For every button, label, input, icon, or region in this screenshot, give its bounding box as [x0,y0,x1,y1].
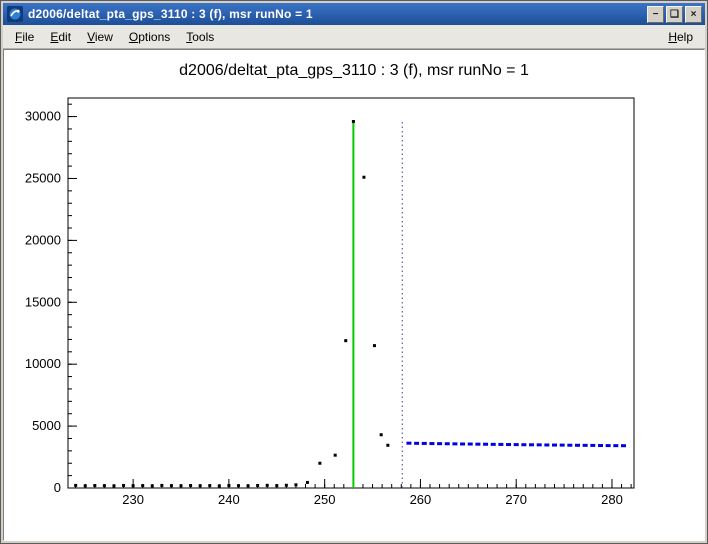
app-icon [7,6,23,22]
svg-text:260: 260 [410,492,432,507]
svg-text:240: 240 [218,492,240,507]
svg-text:25000: 25000 [25,170,61,185]
close-button[interactable]: × [685,6,702,23]
menu-view[interactable]: View [79,27,121,47]
svg-text:20000: 20000 [25,232,61,247]
svg-text:280: 280 [601,492,623,507]
svg-text:5000: 5000 [32,418,61,433]
svg-text:30000: 30000 [25,109,61,124]
menu-file[interactable]: File [7,27,42,47]
svg-text:15000: 15000 [25,294,61,309]
plot-svg[interactable]: 230 240 250 260 270 280 0 5000 10000 15000 20000 25… [4,50,705,541]
svg-text:0: 0 [54,480,61,495]
maximize-button[interactable]: ❏ [666,6,683,23]
menu-options[interactable]: Options [121,27,178,47]
svg-text:250: 250 [314,492,336,507]
menubar: File Edit View Options Tools Help [3,25,705,49]
window-titlebar[interactable]: d2006/deltat_pta_gps_3110 : 3 (f), msr r… [3,3,705,25]
menu-tools[interactable]: Tools [178,27,222,47]
svg-text:230: 230 [122,492,144,507]
app-window: d2006/deltat_pta_gps_3110 : 3 (f), msr r… [0,0,708,544]
canvas-area: d2006/deltat_pta_gps_3110 : 3 (f), msr r… [3,49,705,541]
svg-text:270: 270 [505,492,527,507]
menu-edit[interactable]: Edit [42,27,79,47]
minimize-button[interactable]: − [647,6,664,23]
svg-text:10000: 10000 [25,356,61,371]
menu-help[interactable]: Help [660,27,701,47]
window-title: d2006/deltat_pta_gps_3110 : 3 (f), msr r… [28,7,647,21]
window-controls: − ❏ × [647,6,702,23]
